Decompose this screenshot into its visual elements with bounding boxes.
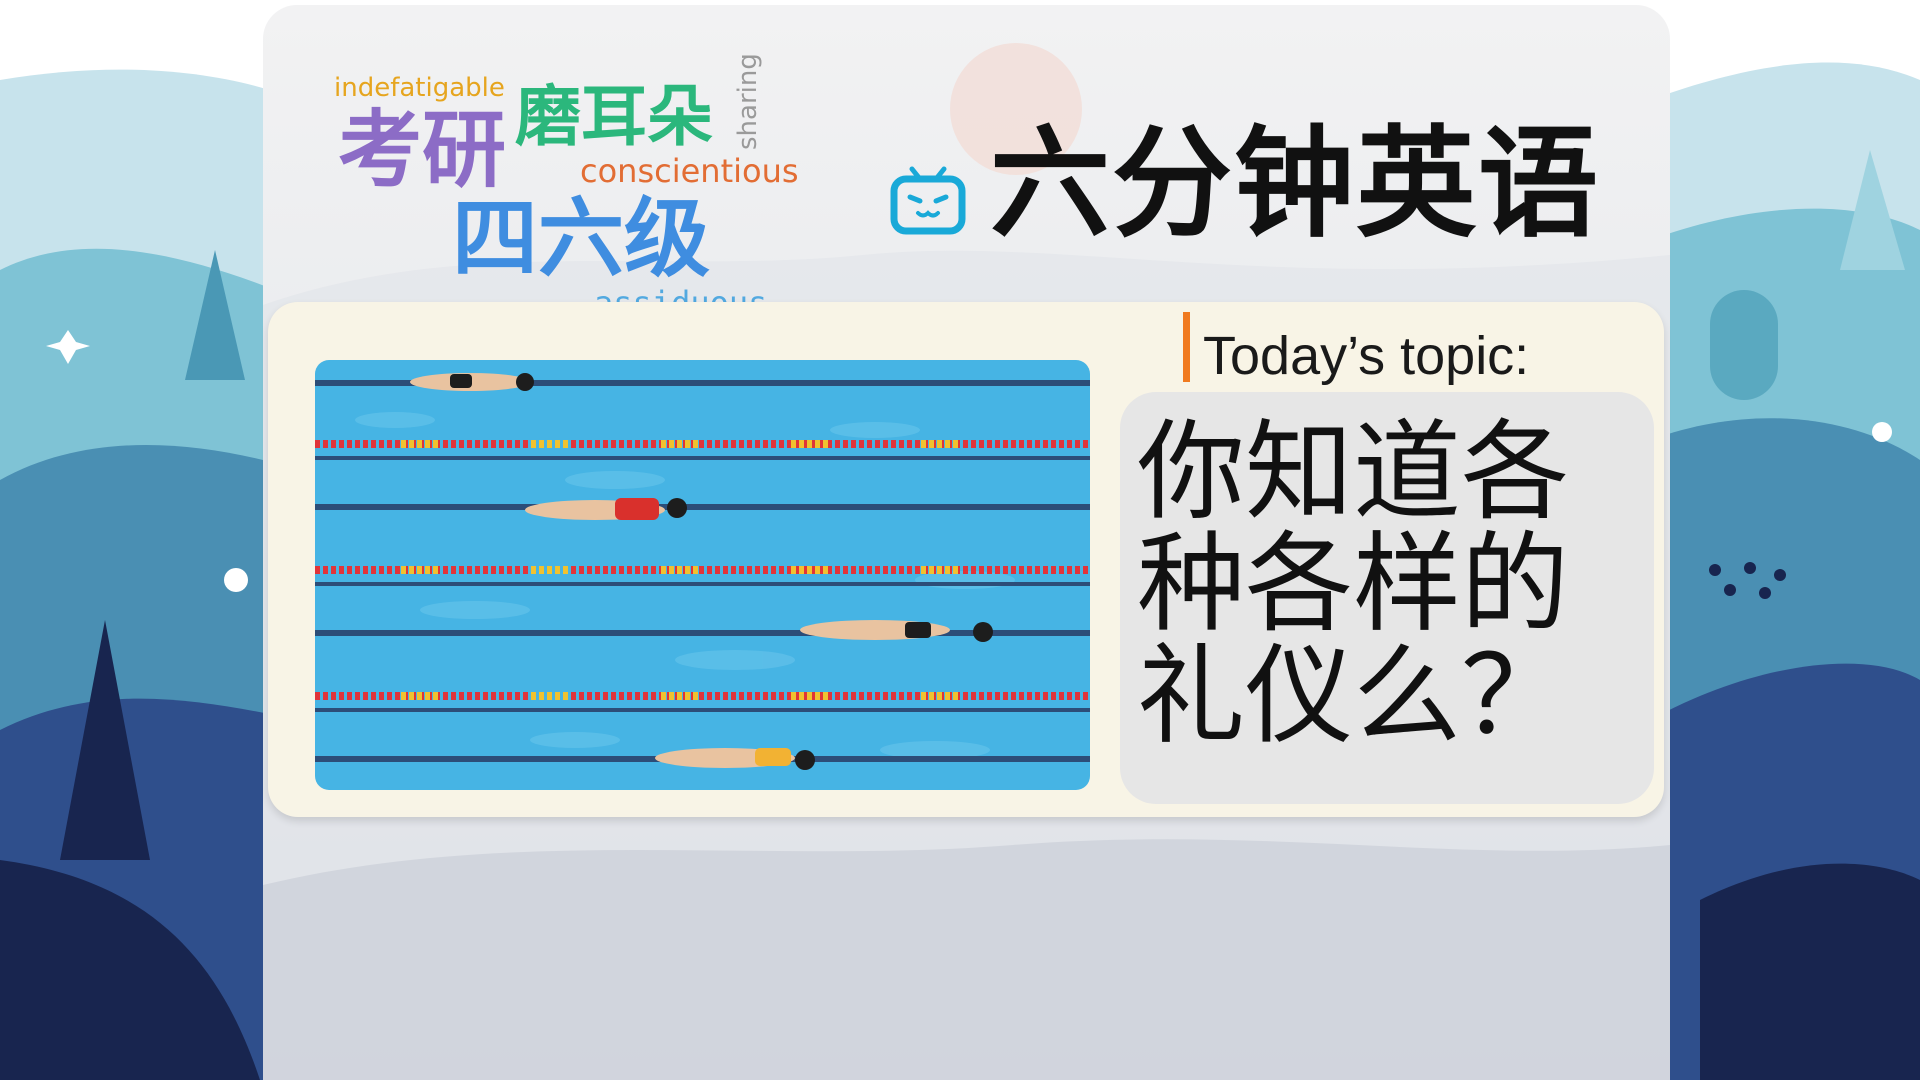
word-moerduo: 磨耳朵	[515, 78, 713, 155]
word-sharing: sharing	[733, 53, 763, 150]
swimming-pool-illustration	[315, 360, 1090, 790]
word-indefatigable: indefatigable	[334, 73, 505, 103]
tv-logo-icon	[890, 166, 966, 235]
topic-question: 你知道各种各样的礼仪么？	[1137, 410, 1570, 759]
topic-label: Today’s topic:	[1203, 326, 1530, 386]
word-kaoyan: 考研	[338, 101, 507, 199]
page-title: 六分钟英语	[990, 115, 1600, 254]
topic-accent-bar	[1183, 312, 1190, 382]
word-siliuji: 四六级	[452, 189, 710, 289]
word-conscientious: conscientious	[580, 152, 799, 190]
